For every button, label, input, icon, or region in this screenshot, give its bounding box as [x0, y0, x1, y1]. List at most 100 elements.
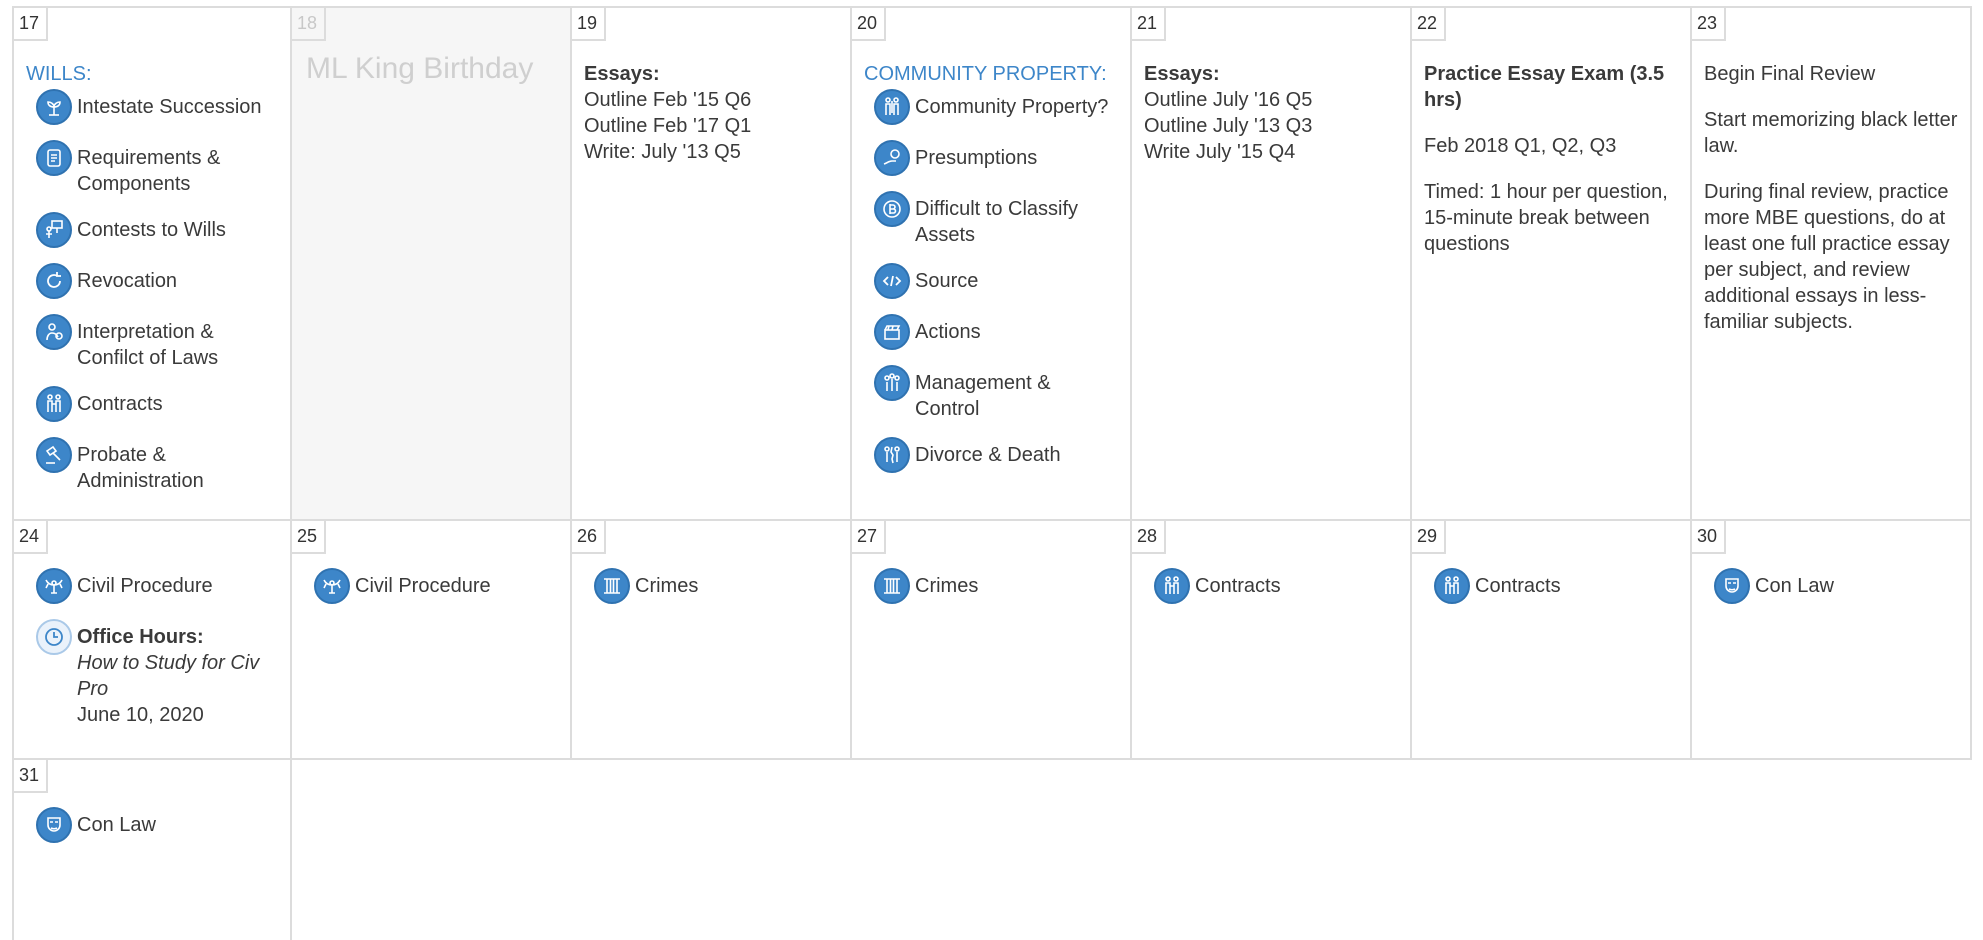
topic-item[interactable]: Contracts [1144, 568, 1398, 604]
protest-sign-icon [36, 212, 72, 248]
day-number: 18 [292, 8, 326, 41]
exam-timing: Timed: 1 hour per question, [1424, 181, 1668, 203]
day-cell[interactable]: 29 Contracts [1412, 521, 1692, 760]
topic-item[interactable]: Community Property? [864, 89, 1118, 125]
essay-line: Outline Feb '15 Q6 [584, 89, 752, 111]
topic-item[interactable]: Contracts [1424, 568, 1678, 604]
exam-questions: Feb 2018 Q1, Q2, Q3 [1424, 135, 1617, 157]
day-cell[interactable]: 25 Civil Procedure [292, 521, 572, 760]
day-number: 17 [14, 8, 48, 41]
day-cell[interactable]: 19 Essays: Outline Feb '15 Q6 Outline Fe… [572, 6, 852, 521]
essay-line: Outline July '16 Q5 [1144, 89, 1313, 111]
topic-item[interactable]: Requirements & Components [26, 140, 278, 197]
topic-item[interactable]: Presumptions [864, 140, 1118, 176]
day-number: 30 [1692, 521, 1726, 554]
topic-item[interactable]: Interpretation & Confilct of Laws [26, 314, 278, 371]
calendar-week: 31 Con Law [12, 760, 1978, 940]
topic-label: Community Property? [915, 96, 1109, 118]
bitcoin-icon [874, 191, 910, 227]
day-number: 28 [1132, 521, 1166, 554]
topic-item[interactable]: Intestate Succession [26, 89, 278, 125]
topic-label: Civil Procedure [355, 575, 491, 597]
day-cell-holiday[interactable]: 18 ML King Birthday [292, 6, 572, 521]
review-note: Start memorizing black letter law. [1704, 109, 1958, 157]
review-instructions: During final review, practice more MBE q… [1704, 181, 1950, 333]
mask-icon [36, 807, 72, 843]
code-brackets-icon [874, 263, 910, 299]
topic-label: Crimes [635, 575, 699, 597]
handshake-people-icon [1434, 568, 1470, 604]
topic-item[interactable]: Source [864, 263, 1118, 299]
clock-icon [36, 619, 72, 655]
topic-label: Actions [915, 321, 981, 343]
topic-label: Civil Procedure [77, 575, 213, 597]
day-cell[interactable]: 20 COMMUNITY PROPERTY: Community Propert… [852, 6, 1132, 521]
day-cell[interactable]: 31 Con Law [12, 760, 292, 940]
topic-label: Source [915, 270, 979, 292]
calendar-grid: 17 WILLS: Intestate Succession Requireme… [12, 6, 1978, 940]
section-title: COMMUNITY PROPERTY: [864, 63, 1107, 85]
topic-label: Crimes [915, 575, 979, 597]
topic-label: Contracts [77, 393, 163, 415]
exam-break: 15-minute break between questions [1424, 207, 1650, 255]
topic-label: Difficult to Classify Assets [915, 198, 1079, 246]
office-hours-heading: Office Hours: [77, 626, 204, 648]
office-hours-item[interactable]: Office Hours: How to Study for Civ Pro J… [26, 619, 278, 728]
essays-heading: Essays: [1144, 63, 1220, 85]
topic-item[interactable]: Contests to Wills [26, 212, 278, 248]
topic-item[interactable]: Revocation [26, 263, 278, 299]
day-number: 23 [1692, 8, 1726, 41]
day-cell[interactable]: 21 Essays: Outline July '16 Q5 Outline J… [1132, 6, 1412, 521]
topic-item[interactable]: Crimes [864, 568, 1118, 604]
split-couple-icon [874, 437, 910, 473]
topic-label: Con Law [1755, 575, 1834, 597]
topic-item[interactable]: Crimes [584, 568, 838, 604]
topic-item[interactable]: Con Law [26, 807, 278, 843]
day-number: 31 [14, 760, 48, 793]
topic-label: Contests to Wills [77, 219, 226, 241]
clapperboard-icon [874, 314, 910, 350]
topic-item[interactable]: Contracts [26, 386, 278, 422]
topic-item[interactable]: Civil Procedure [304, 568, 558, 604]
topic-label: Probate & Administration [77, 444, 204, 492]
day-number: 29 [1412, 521, 1446, 554]
topic-item[interactable]: Difficult to Classify Assets [864, 191, 1118, 248]
topic-item[interactable]: Management & Control [864, 365, 1118, 422]
essay-line: Outline Feb '17 Q1 [584, 115, 752, 137]
calendar-week: 17 WILLS: Intestate Succession Requireme… [12, 6, 1978, 521]
essay-line: Write: July '13 Q5 [584, 141, 741, 163]
day-cell[interactable]: 30 Con Law [1692, 521, 1972, 760]
topic-label: Revocation [77, 270, 178, 292]
review-heading: Begin Final Review [1704, 63, 1876, 85]
topic-label: Intestate Succession [77, 96, 262, 118]
jail-bars-icon [594, 568, 630, 604]
topic-label: Divorce & Death [915, 444, 1061, 466]
mask-icon [1714, 568, 1750, 604]
topic-label: Con Law [77, 814, 156, 836]
topic-item[interactable]: Actions [864, 314, 1118, 350]
sprout-icon [36, 89, 72, 125]
office-hours-title[interactable]: How to Study for Civ Pro [77, 650, 278, 702]
topic-item[interactable]: Probate & Administration [26, 437, 278, 494]
topic-item[interactable]: Divorce & Death [864, 437, 1118, 473]
day-cell[interactable]: 27 Crimes [852, 521, 1132, 760]
holiday-label: ML King Birthday [306, 52, 534, 85]
topic-item[interactable]: Con Law [1704, 568, 1958, 604]
topic-label: Presumptions [915, 147, 1038, 169]
topic-label: Interpretation & Confilct of Laws [77, 321, 219, 369]
exam-heading: Practice Essay Exam (3.5 hrs) [1424, 63, 1665, 111]
topic-item[interactable]: Civil Procedure [26, 568, 278, 604]
day-cell[interactable]: 24 Civil Procedure Office Hours: How to … [12, 521, 292, 760]
day-number: 22 [1412, 8, 1446, 41]
day-number: 20 [852, 8, 886, 41]
office-hours-date: June 10, 2020 [77, 704, 204, 726]
day-cell[interactable]: 26 Crimes [572, 521, 852, 760]
essays-heading: Essays: [584, 63, 660, 85]
day-cell[interactable]: 28 Contracts [1132, 521, 1412, 760]
empty-cell [292, 760, 572, 940]
day-cell[interactable]: 22 Practice Essay Exam (3.5 hrs) Feb 201… [1412, 6, 1692, 521]
day-cell[interactable]: 17 WILLS: Intestate Succession Requireme… [12, 6, 292, 521]
day-cell[interactable]: 23 Begin Final Review Start memorizing b… [1692, 6, 1972, 521]
coin-hand-icon [874, 140, 910, 176]
day-number: 21 [1132, 8, 1166, 41]
